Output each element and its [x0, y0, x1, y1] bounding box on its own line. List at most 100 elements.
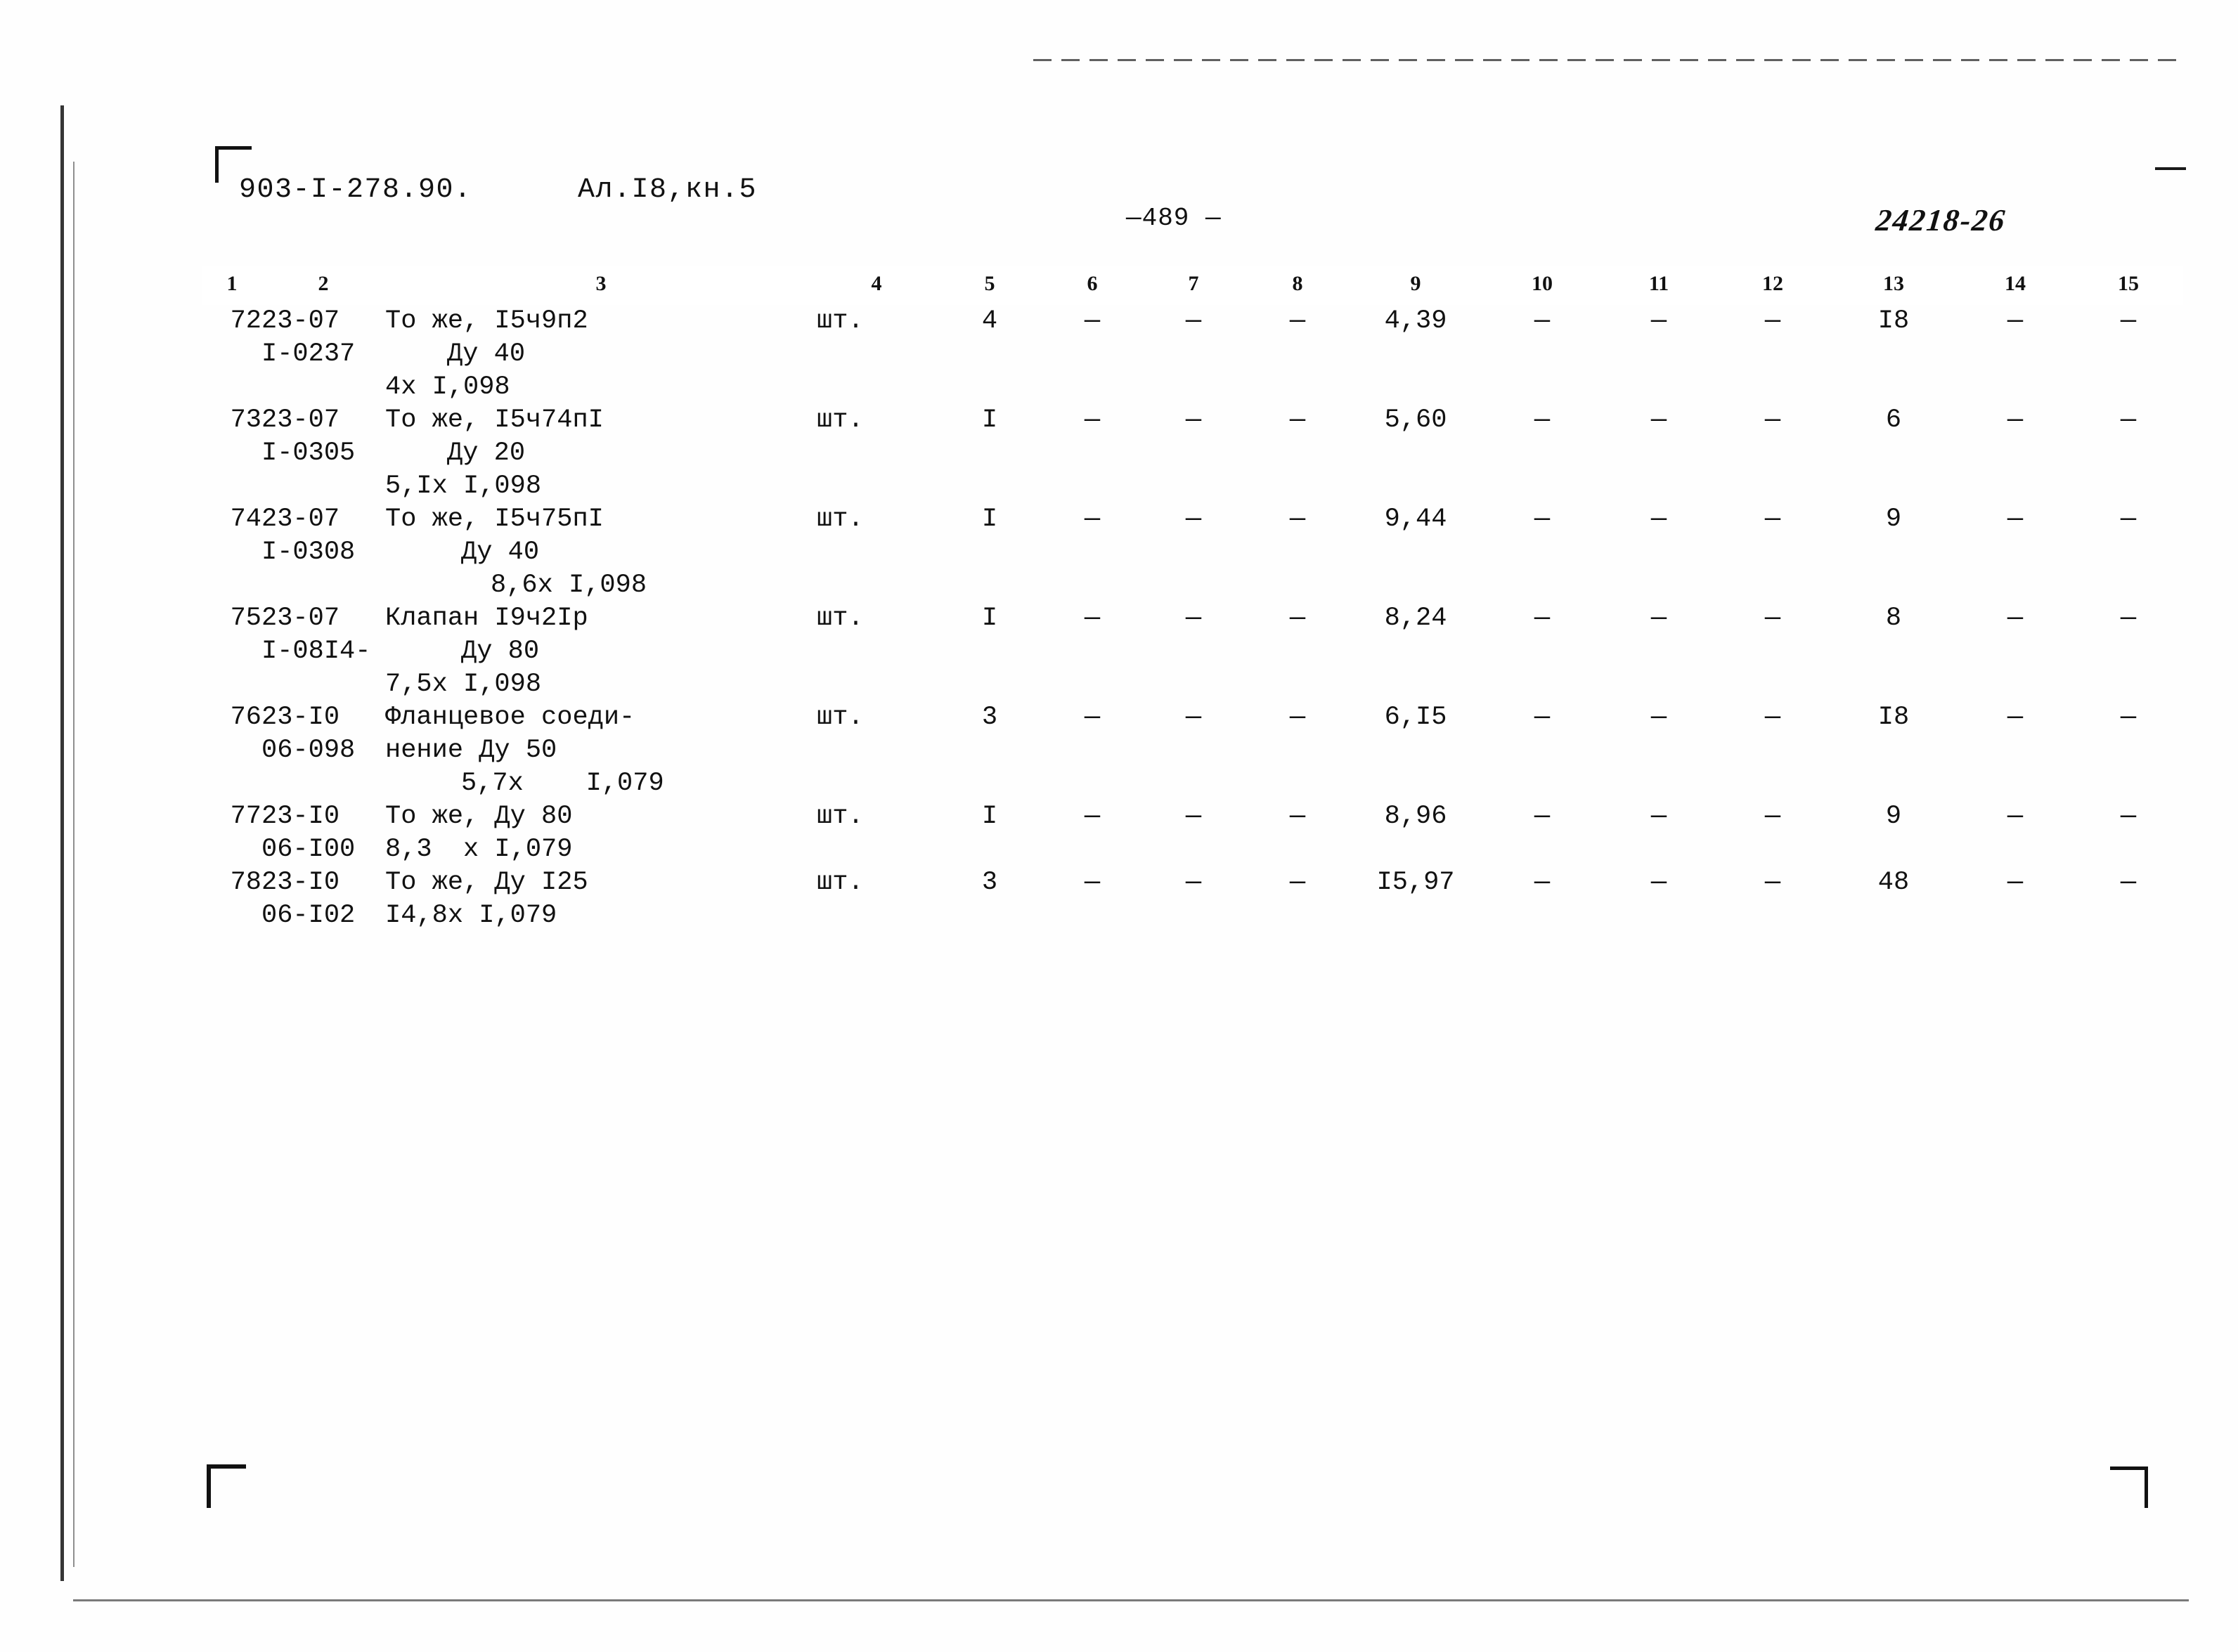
- row-value-col9: I5,97: [1376, 868, 1455, 897]
- page-border-left: [60, 105, 64, 1581]
- row-value-col7: —: [1185, 868, 1202, 897]
- row-code: 23-I0 06-I00: [261, 800, 385, 866]
- row-description-line1: То же, I5ч75пI: [385, 505, 604, 534]
- row-value-col9: 9,44: [1384, 505, 1447, 534]
- row-value-col15: —: [2120, 703, 2137, 732]
- row-description: То же, Ду 80 8,3 х I,079: [385, 800, 817, 866]
- row-code-line2: 06-I02: [261, 901, 356, 930]
- row-description-line2: Ду 80: [461, 637, 540, 666]
- page-border-top: [1033, 59, 2186, 61]
- sheet-code-handwritten: 24218-26: [1874, 203, 2008, 238]
- row-unit: шт.: [817, 802, 864, 831]
- row-value-col10: —: [1534, 868, 1551, 897]
- row-value-col8: —: [1289, 703, 1306, 732]
- row-unit: шт.: [817, 505, 864, 534]
- row-value-col11: —: [1650, 802, 1667, 831]
- row-description-line2: Ду 40: [447, 339, 526, 369]
- row-code: 23-I0 06-I02: [261, 866, 385, 932]
- table-row: 73 23-07 I-0305 То же, I5ч74пI Ду 20 5,Iх I,0…: [202, 404, 2183, 503]
- row-description-line1: То же, I5ч74пI: [385, 405, 604, 435]
- row-index: 76: [230, 703, 261, 732]
- table-row: 77 23-I0 06-I00 То же, Ду 80 8,3 х I,079 шт. I…: [202, 800, 2183, 866]
- page-border-left-inner: [73, 162, 75, 1567]
- row-code: 23-07 I-0305: [261, 404, 385, 503]
- row-value-col7: —: [1185, 703, 1202, 732]
- row-value-col11: —: [1650, 703, 1667, 732]
- row-value-col5: 3: [981, 868, 998, 897]
- column-header-11: 11: [1603, 266, 1715, 305]
- row-code-line2: I-0308: [261, 538, 356, 567]
- row-code-line1: 23-07: [261, 505, 340, 534]
- row-value-col10: —: [1534, 604, 1551, 633]
- row-value-col13: 48: [1877, 868, 1910, 897]
- row-description-line1: То же, I5ч9п2: [385, 306, 588, 336]
- column-header-14: 14: [1957, 266, 2074, 305]
- row-index: 74: [230, 505, 261, 534]
- row-value-col5: I: [981, 802, 998, 831]
- row-unit: шт.: [817, 405, 864, 435]
- registration-tick-right: [2155, 167, 2186, 170]
- row-value-col15: —: [2120, 505, 2137, 534]
- row-value-col10: —: [1534, 405, 1551, 435]
- row-value-col6: —: [1084, 802, 1101, 831]
- table-body: 72 23-07 I-0237 То же, I5ч9п2 Ду 40 4х I,098 ш…: [202, 305, 2183, 932]
- row-code-line1: 23-I0: [261, 802, 340, 831]
- row-value-col15: —: [2120, 604, 2137, 633]
- row-value-col7: —: [1185, 604, 1202, 633]
- table-row: 72 23-07 I-0237 То же, I5ч9п2 Ду 40 4х I,098 ш…: [202, 305, 2183, 404]
- row-code: 23-07 I-0237: [261, 305, 385, 404]
- row-value-col7: —: [1185, 505, 1202, 534]
- row-value-col8: —: [1289, 306, 1306, 336]
- row-description-line1: Фланцевое соеди-: [385, 703, 635, 732]
- row-value-col12: —: [1764, 505, 1781, 534]
- column-header-2: 2: [261, 266, 385, 305]
- row-value-col12: —: [1764, 405, 1781, 435]
- row-value-col12: —: [1764, 802, 1781, 831]
- column-header-8: 8: [1246, 266, 1350, 305]
- row-description: То же, I5ч75пI Ду 40 8,6х I,098: [385, 503, 817, 602]
- row-description-line2: нение Ду 50: [385, 736, 557, 765]
- row-value-col11: —: [1650, 604, 1667, 633]
- row-value-col8: —: [1289, 405, 1306, 435]
- row-value-col10: —: [1534, 703, 1551, 732]
- row-value-col6: —: [1084, 405, 1101, 435]
- scanned-page: 903-I-278.90. Ал.I8,кн.5 —489 — 24218-26…: [0, 0, 2238, 1652]
- row-value-col11: —: [1650, 405, 1667, 435]
- row-description: То же, I5ч9п2 Ду 40 4х I,098: [385, 305, 817, 404]
- row-code-line2: 06-I00: [261, 835, 356, 864]
- row-code: 23-07 I-08I4-: [261, 602, 385, 701]
- row-value-col15: —: [2120, 306, 2137, 336]
- row-code-line1: 23-I0: [261, 703, 340, 732]
- table-header-row: 1 2 3 4 5 6 7 8 9 10 11 12 13 14 15: [202, 266, 2183, 305]
- row-index: 78: [230, 868, 261, 897]
- row-description-line3: 4х I,098: [385, 372, 510, 402]
- row-value-col12: —: [1764, 306, 1781, 336]
- row-code-line1: 23-07: [261, 604, 340, 633]
- row-value-col14: —: [2007, 802, 2024, 831]
- row-value-col7: —: [1185, 405, 1202, 435]
- table-row: 75 23-07 I-08I4- Клапан I9ч2Iр Ду 80 7,5х I,0…: [202, 602, 2183, 701]
- row-value-col6: —: [1084, 604, 1101, 633]
- row-value-col9: 6,I5: [1384, 703, 1447, 732]
- row-value-col15: —: [2120, 802, 2137, 831]
- row-value-col14: —: [2007, 604, 2024, 633]
- row-value-col14: —: [2007, 505, 2024, 534]
- row-description-line3: 5,Iх I,098: [385, 471, 542, 501]
- row-value-col5: I: [981, 405, 998, 435]
- row-value-col14: —: [2007, 703, 2024, 732]
- row-value-col8: —: [1289, 802, 1306, 831]
- row-description: Фланцевое соеди-нение Ду 50 5,7х I,079: [385, 701, 817, 800]
- row-value-col13: I8: [1877, 306, 1910, 336]
- row-unit: шт.: [817, 604, 864, 633]
- row-code-line2: I-08I4-: [261, 637, 371, 666]
- row-value-col8: —: [1289, 604, 1306, 633]
- row-value-col13: 8: [1885, 604, 1902, 633]
- row-value-col11: —: [1650, 505, 1667, 534]
- specification-table: 1 2 3 4 5 6 7 8 9 10 11 12 13 14 15 72 23…: [202, 266, 2183, 932]
- row-code-line1: 23-07: [261, 306, 340, 336]
- row-value-col6: —: [1084, 868, 1101, 897]
- column-header-13: 13: [1830, 266, 1957, 305]
- row-code-line1: 23-I0: [261, 868, 340, 897]
- row-value-col15: —: [2120, 868, 2137, 897]
- row-code-line2: I-0305: [261, 438, 356, 468]
